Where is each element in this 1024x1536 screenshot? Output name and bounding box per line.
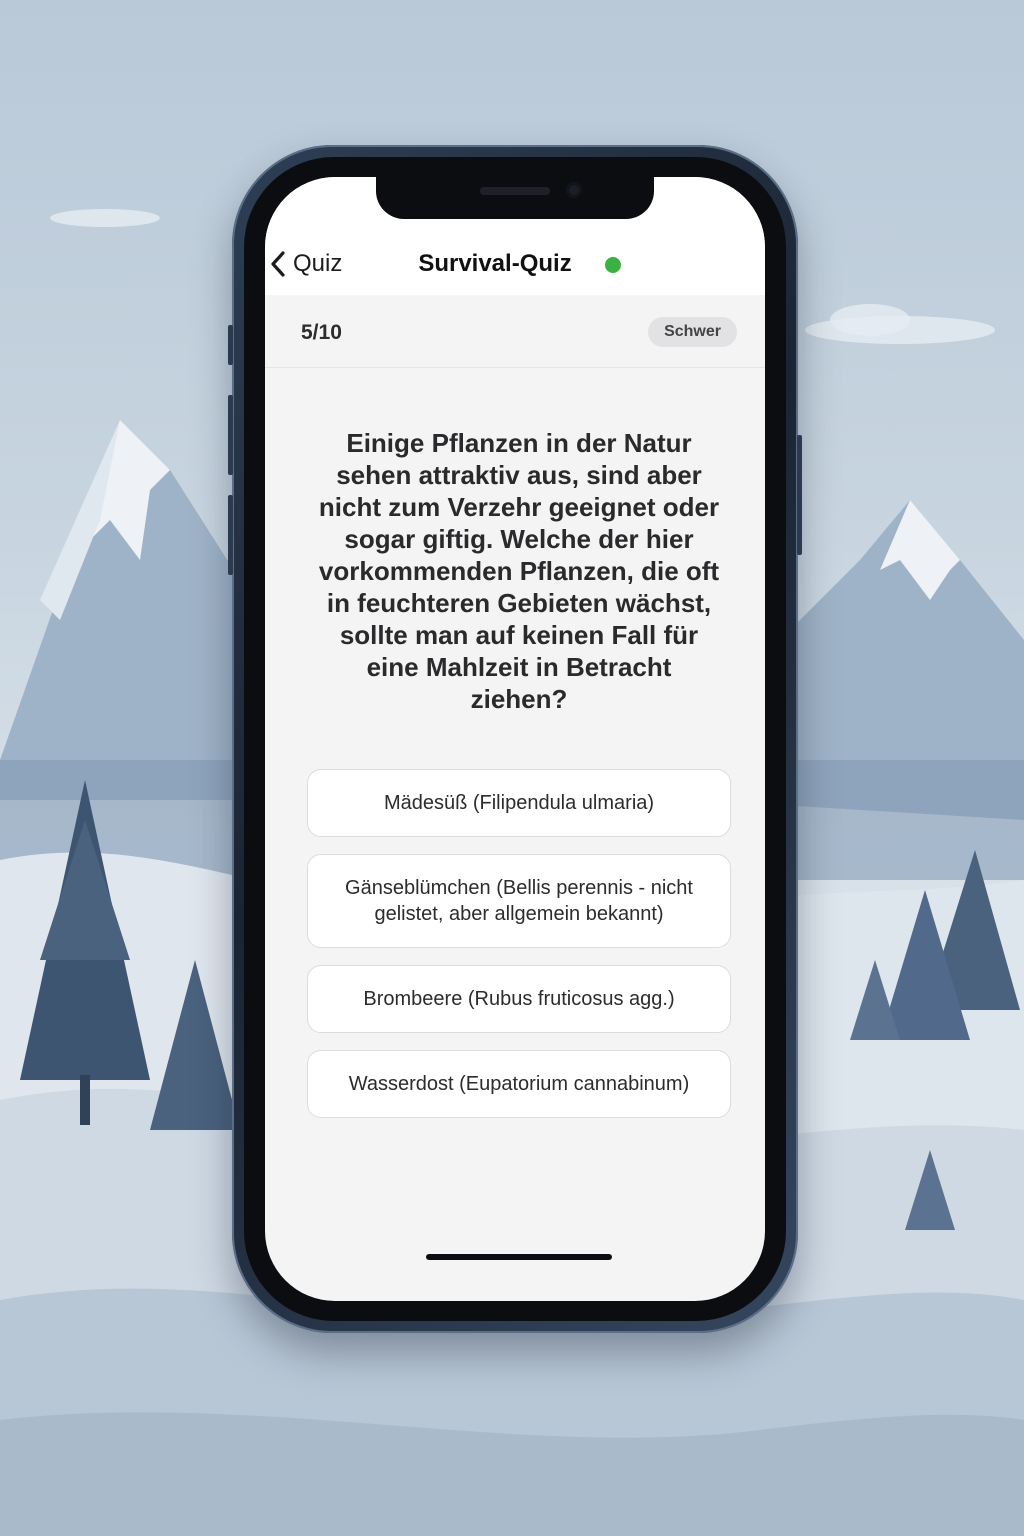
chevron-left-icon xyxy=(271,251,285,277)
question-text: Einige Pflanzen in der Natur sehen attra… xyxy=(318,428,720,714)
phone-screen: Quiz Survival-Quiz 5/10 Schwer Einige Pf… xyxy=(265,177,765,1301)
answer-option[interactable]: Brombeere (Rubus fruticosus agg.) xyxy=(307,965,731,1033)
phone-volume-down-button xyxy=(228,495,233,575)
front-camera xyxy=(566,182,582,198)
answer-option[interactable]: Wasserdost (Eupatorium cannabinum) xyxy=(307,1050,731,1118)
speaker-grille xyxy=(480,187,550,195)
phone-notch xyxy=(376,177,654,219)
difficulty-badge: Schwer xyxy=(648,317,737,347)
phone-power-button xyxy=(797,435,802,555)
question-progress: 5/10 xyxy=(301,321,342,344)
phone-volume-up-button xyxy=(228,395,233,475)
background-scene: Quiz Survival-Quiz 5/10 Schwer Einige Pf… xyxy=(0,0,1024,1536)
status-indicator-dot xyxy=(605,257,621,273)
phone-frame: Quiz Survival-Quiz 5/10 Schwer Einige Pf… xyxy=(228,145,802,1333)
back-button[interactable]: Quiz xyxy=(269,249,342,279)
progress-row: 5/10 Schwer xyxy=(265,295,765,368)
phone-side-button xyxy=(228,325,233,365)
back-button-label: Quiz xyxy=(293,250,343,277)
answer-option[interactable]: Gänseblümchen (Bellis perennis - nicht g… xyxy=(307,854,731,948)
answer-list: Mädesüß (Filipendula ulmaria) Gänseblümc… xyxy=(307,769,731,1135)
answer-option[interactable]: Mädesüß (Filipendula ulmaria) xyxy=(307,769,731,837)
page-title: Survival-Quiz xyxy=(418,250,572,277)
home-indicator[interactable] xyxy=(426,1254,612,1260)
